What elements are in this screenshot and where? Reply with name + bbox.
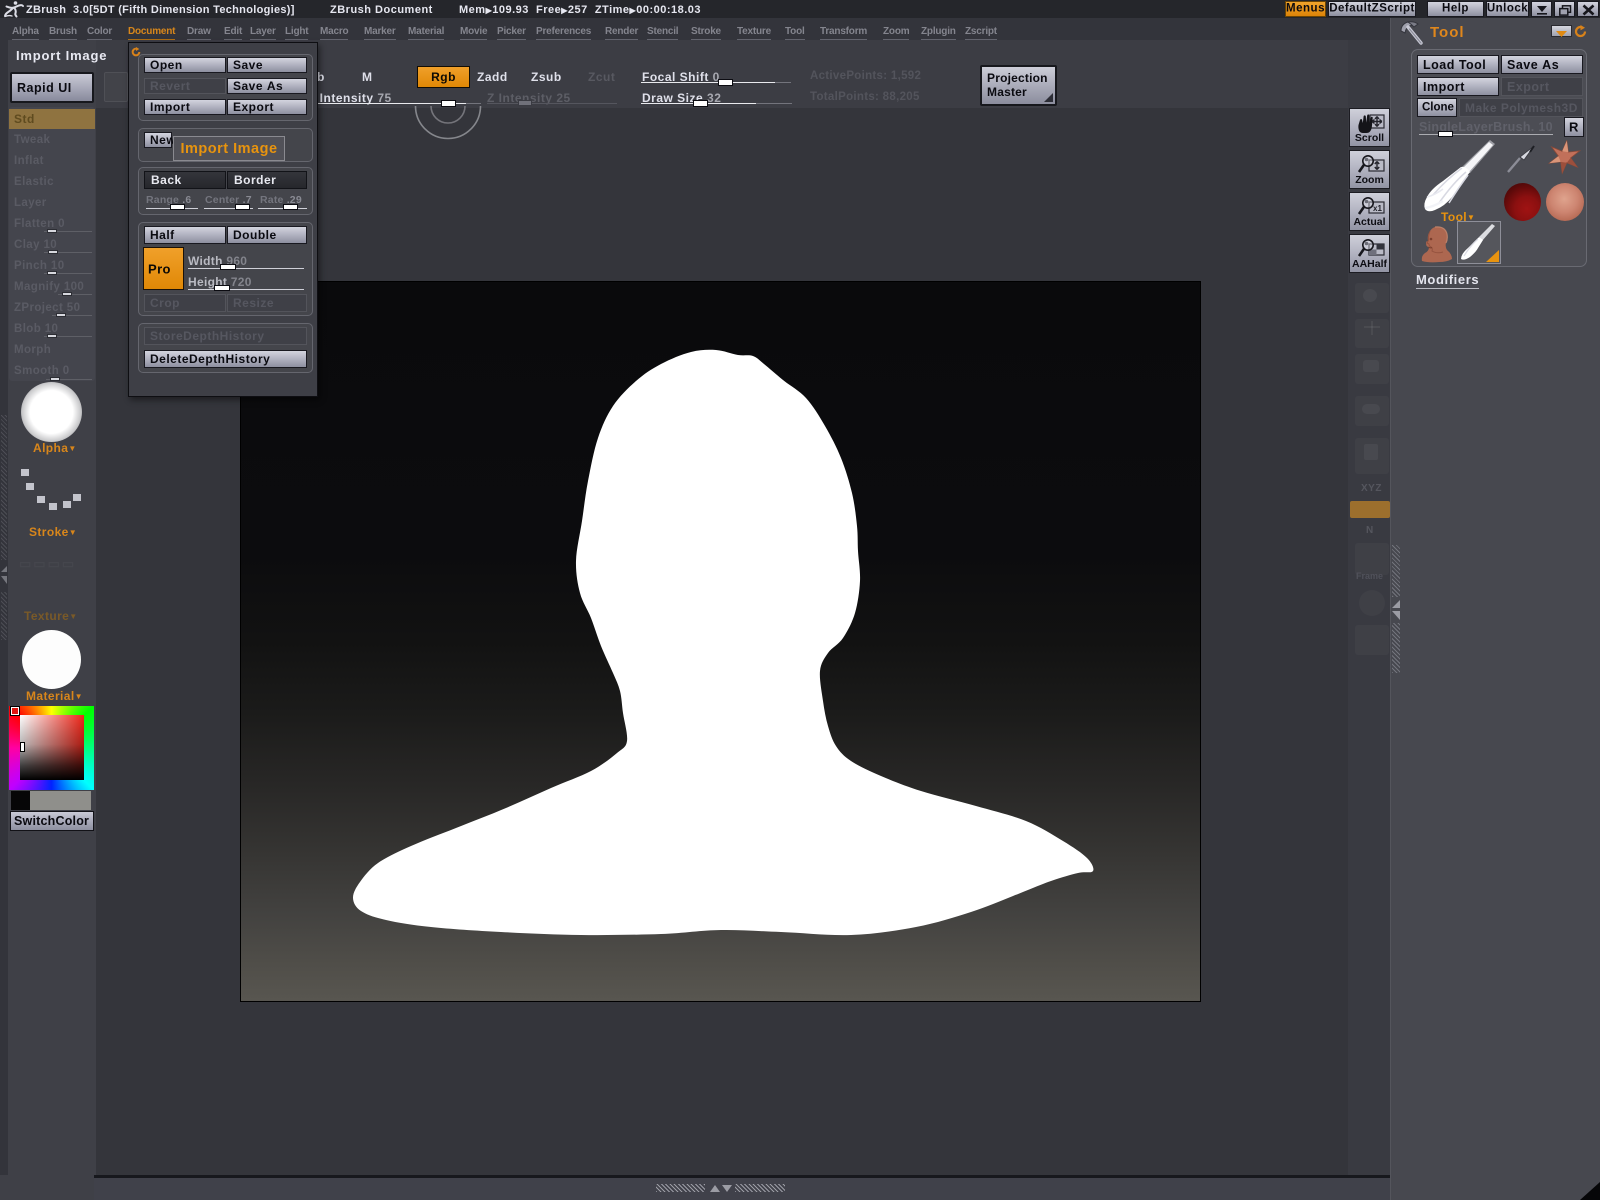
svg-text:x1: x1 xyxy=(1373,204,1382,213)
